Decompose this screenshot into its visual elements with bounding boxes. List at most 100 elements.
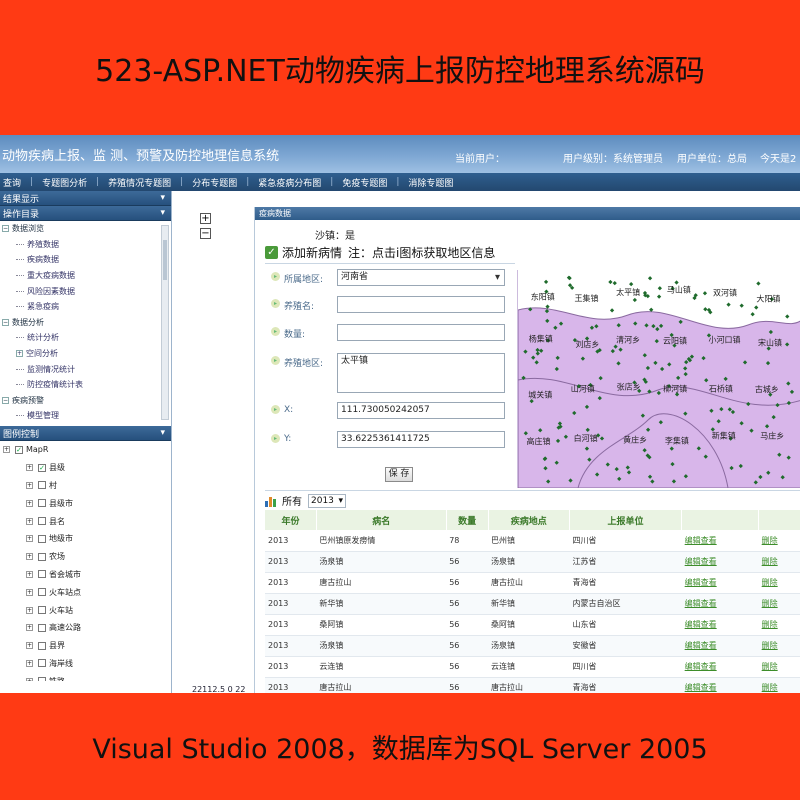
tree-item[interactable]: 模型管理 (0, 408, 171, 424)
tree-item[interactable]: 重大疫病数据 (0, 268, 171, 284)
layer-checkbox[interactable] (38, 659, 46, 668)
tree-item[interactable]: 统计分析 (0, 330, 171, 346)
info-icon[interactable]: ▸ (271, 434, 280, 443)
delete-link[interactable]: 删除 (758, 593, 800, 615)
layer-checkbox[interactable] (38, 570, 46, 579)
expand-icon[interactable]: + (26, 606, 33, 614)
farm-area-input[interactable]: 太平镇 (337, 353, 505, 393)
expand-icon[interactable]: + (26, 535, 33, 543)
province-region[interactable] (518, 307, 800, 488)
region-map[interactable]: 东阳镇 王集镇 太平镇 马山镇 双河镇 大阳镇 杨集镇 刘店乡 清河乡 云阳镇 小河口镇 宋山镇 城关镇… (517, 270, 800, 488)
year-select[interactable]: 2013 (308, 493, 346, 508)
edit-view-link[interactable]: 编辑查看 (681, 572, 759, 594)
map-place-label: 马庄乡 (760, 431, 784, 441)
layer-header[interactable]: 图例控制 ▾ (0, 426, 171, 441)
delete-link[interactable]: 删除 (758, 677, 800, 693)
expand-icon[interactable]: + (26, 553, 33, 561)
nav-item[interactable]: 查询 (3, 176, 21, 189)
edit-view-link[interactable]: 编辑查看 (681, 551, 759, 573)
expand-icon[interactable]: + (26, 481, 33, 489)
expand-icon[interactable]: + (26, 517, 33, 525)
collapse-icon[interactable]: ▾ (160, 428, 165, 438)
layer-checkbox[interactable] (38, 606, 46, 615)
edit-view-link[interactable]: 编辑查看 (681, 593, 759, 615)
expand-icon[interactable]: + (26, 570, 33, 578)
table-cell: 桑阿镇 (316, 614, 447, 636)
zoom-in-button[interactable]: + (200, 213, 211, 224)
tree-item[interactable]: 疾病数据 (0, 252, 171, 268)
expand-icon[interactable]: + (26, 499, 33, 507)
map-place-label: 小河口镇 (708, 335, 740, 345)
edit-view-link[interactable]: 编辑查看 (681, 614, 759, 636)
tree-scrollbar[interactable] (161, 225, 169, 420)
edit-view-link[interactable]: 编辑查看 (681, 677, 759, 693)
info-icon[interactable]: ▸ (271, 327, 280, 336)
layer-checkbox[interactable] (38, 517, 46, 526)
layer-item: + MapR (0, 441, 171, 459)
nav-item[interactable]: 消除专题图 (408, 176, 453, 189)
layer-checkbox[interactable] (38, 499, 46, 508)
delete-link[interactable]: 删除 (758, 572, 800, 594)
tree-item[interactable]: + 空间分析 (0, 346, 171, 362)
expand-icon[interactable]: + (26, 659, 33, 667)
expand-icon[interactable]: + (3, 446, 10, 454)
info-icon[interactable]: ▸ (271, 405, 280, 414)
nav-item[interactable]: 紧急疫病分布图 (258, 176, 321, 189)
nav-item[interactable]: 养殖情况专题图 (108, 176, 171, 189)
collapse-icon[interactable]: ▾ (160, 193, 165, 203)
expand-icon[interactable]: + (26, 642, 33, 650)
expand-icon[interactable]: + (26, 677, 33, 681)
edit-view-link[interactable]: 编辑查看 (681, 635, 759, 657)
nav-item[interactable]: 免疫专题图 (342, 176, 387, 189)
info-icon[interactable]: ▸ (271, 356, 280, 365)
delete-link[interactable]: 删除 (758, 551, 800, 573)
layer-checkbox[interactable] (15, 445, 23, 454)
quantity-row: ▸ 数量: (265, 324, 515, 348)
farm-name-input[interactable] (337, 296, 505, 313)
tree-item[interactable]: − 疾病预警 (0, 393, 171, 409)
expand-icon[interactable]: + (26, 624, 33, 632)
x-input[interactable]: 111.730050242057 (337, 402, 505, 419)
layer-item: + 高速公路 (0, 619, 171, 637)
tree-item[interactable]: 养殖数据 (0, 237, 171, 253)
layer-checkbox[interactable] (38, 641, 46, 650)
layer-checkbox[interactable] (38, 463, 46, 472)
layer-checkbox[interactable] (38, 588, 46, 597)
info-icon[interactable]: ▸ (271, 299, 280, 308)
nav-item[interactable]: 分布专题图 (192, 176, 237, 189)
tree-item[interactable]: − 数据分析 (0, 315, 171, 331)
save-button[interactable]: 保 存 (385, 467, 413, 482)
y-input[interactable]: 33.6225361411725 (337, 431, 505, 448)
nav-item[interactable]: 专题图分析 (42, 176, 87, 189)
tree-item[interactable]: 监测情况统计 (0, 361, 171, 377)
collapse-icon[interactable]: ▾ (160, 208, 165, 218)
tree-item[interactable]: 防控疫情统计表 (0, 377, 171, 393)
info-icon[interactable]: ▸ (271, 272, 280, 281)
map-canvas[interactable]: 东阳镇 王集镇 太平镇 马山镇 双河镇大阳镇杨集镇刘店乡 清河乡 云阳镇 小河口镇 宋山镇城关镇… (518, 270, 800, 488)
layer-checkbox[interactable] (38, 677, 46, 681)
tree-item[interactable]: 风险因素数据 (0, 283, 171, 299)
result-header[interactable]: 结果显示 ▾ (0, 191, 171, 206)
table-cell: 2013 (265, 614, 317, 636)
expand-icon[interactable]: + (26, 464, 33, 472)
expand-icon[interactable]: + (26, 588, 33, 596)
tree-item[interactable]: − 数据浏览 (0, 221, 171, 237)
form-header: ✓ 添加新病情 注：点击i图标获取地区信息 (265, 242, 515, 264)
layer-checkbox[interactable] (38, 534, 46, 543)
layer-checkbox[interactable] (38, 623, 46, 632)
delete-link[interactable]: 删除 (758, 656, 800, 678)
delete-link[interactable]: 删除 (758, 530, 800, 552)
table-cell: 78 (446, 530, 489, 552)
zoom-out-button[interactable]: − (200, 228, 211, 239)
region-select[interactable]: 河南省 (337, 269, 505, 286)
tree-item[interactable]: 紧急疫病 (0, 299, 171, 315)
layer-checkbox[interactable] (38, 552, 46, 561)
edit-view-link[interactable]: 编辑查看 (681, 530, 759, 552)
quantity-input[interactable] (337, 324, 505, 341)
ops-header[interactable]: 操作目录 ▾ (0, 206, 171, 221)
delete-link[interactable]: 删除 (758, 614, 800, 636)
edit-view-link[interactable]: 编辑查看 (681, 656, 759, 678)
layer-checkbox[interactable] (38, 481, 46, 490)
delete-link[interactable]: 删除 (758, 635, 800, 657)
map-place-label: 云阳镇 (663, 335, 687, 345)
